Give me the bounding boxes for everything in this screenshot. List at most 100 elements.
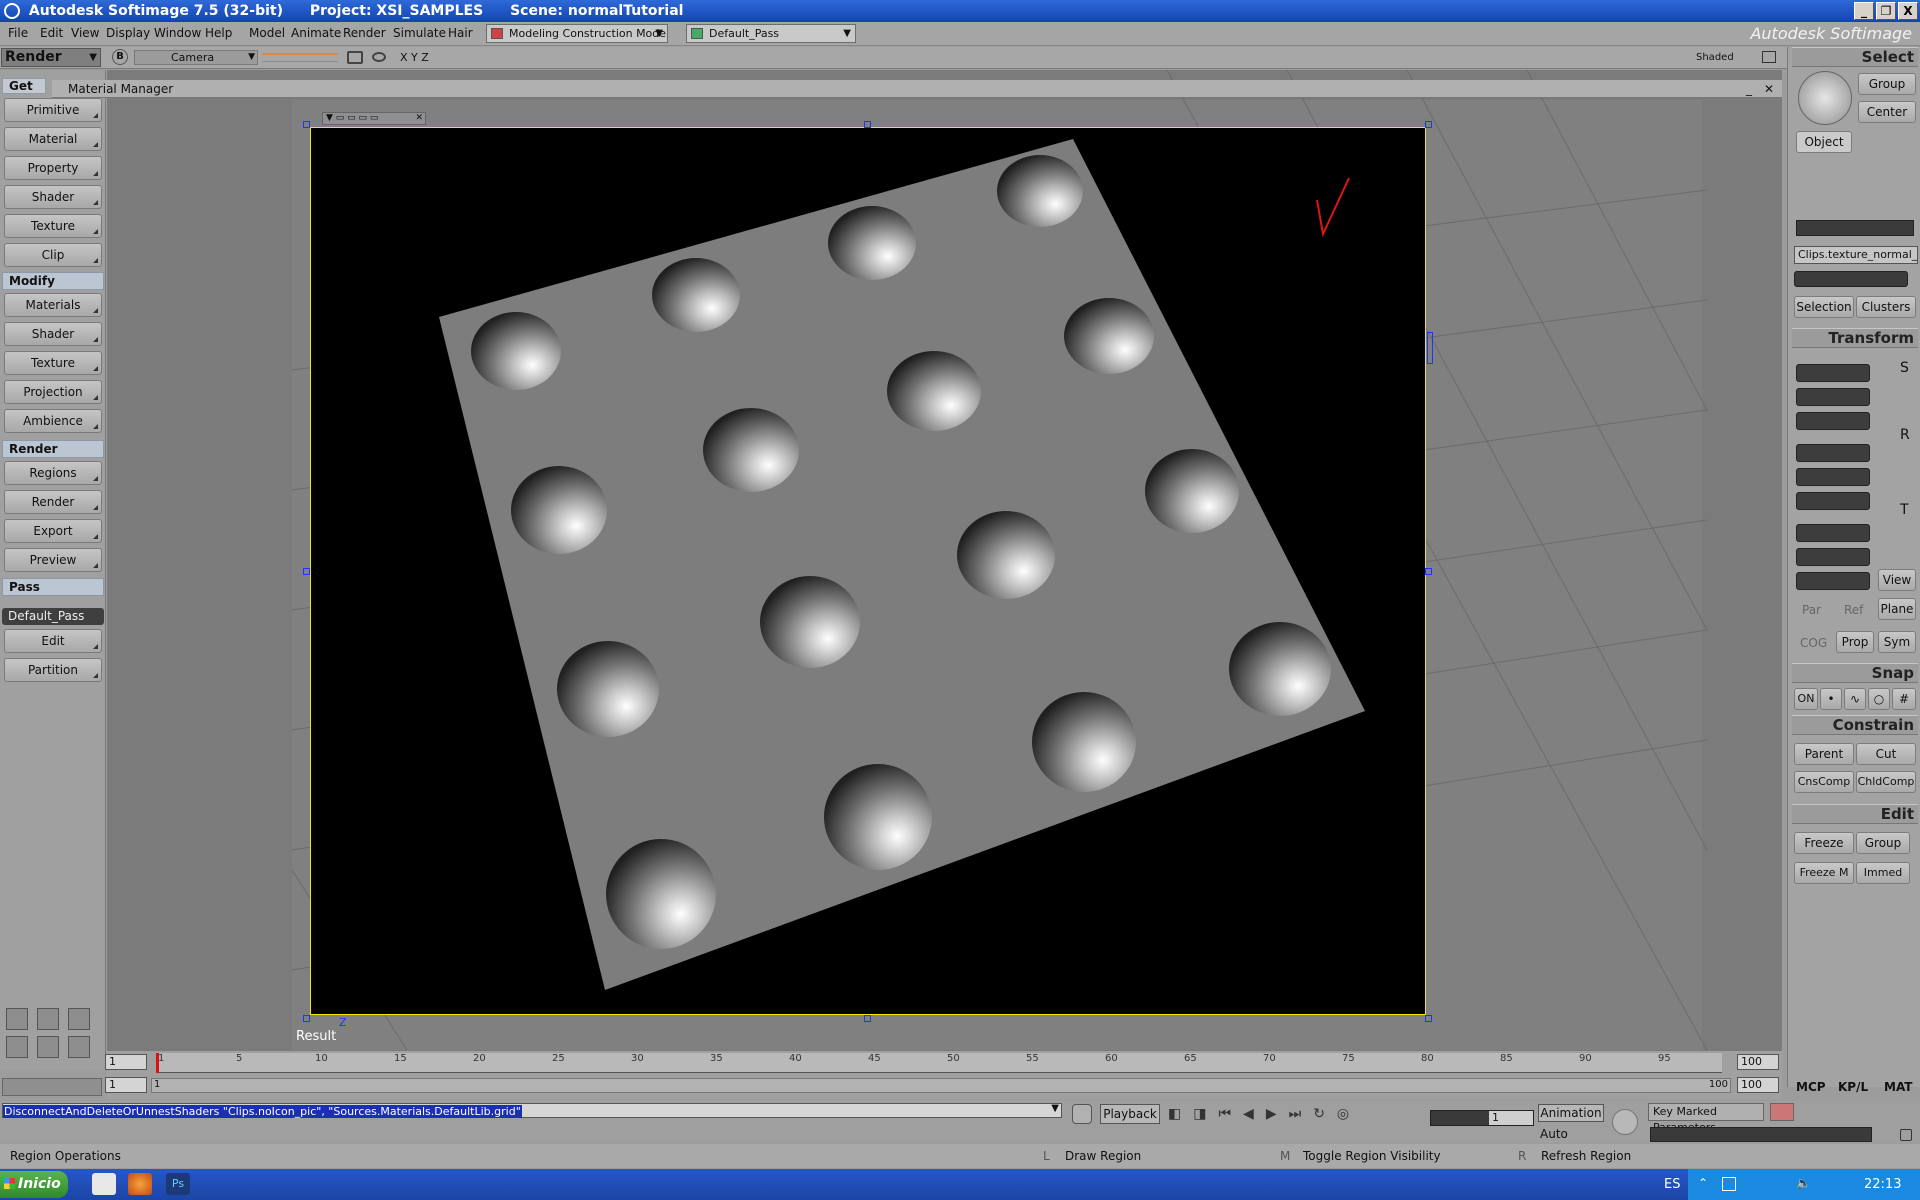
cog-label[interactable]: COG [1800,636,1827,650]
tab-render[interactable]: Render [2,440,104,458]
layout-4-icon[interactable] [68,1008,90,1030]
freeze-m-button[interactable]: Freeze M [1794,862,1854,884]
materials-button[interactable]: Materials [4,293,102,317]
selection-button[interactable]: Selection [1794,296,1854,318]
menu-help[interactable]: Help [205,26,232,40]
timeline-start-field[interactable]: 1 [105,1054,147,1070]
tray-volume-icon[interactable]: 🔈 [1796,1176,1811,1190]
scale-x-field[interactable] [1796,364,1870,382]
plane-button[interactable]: Plane [1878,598,1916,620]
tray-arrow-icon[interactable]: ⌃ [1698,1176,1708,1190]
key-icon[interactable] [1612,1109,1638,1135]
scale-z-field[interactable] [1796,412,1870,430]
minimize-button[interactable]: _ [1854,2,1874,20]
tab-get[interactable]: Get [2,78,46,94]
eye-icon[interactable] [372,52,386,62]
keyframe-field[interactable] [1650,1127,1872,1142]
selection-filter-field[interactable] [1796,220,1914,236]
key-palette-icon[interactable] [1770,1103,1794,1121]
timeline[interactable]: 1 1 5 10 15 20 25 30 35 40 45 50 55 60 6… [105,1051,1782,1099]
bookmark-b-button[interactable]: B [112,49,128,65]
cut-button[interactable]: Cut [1856,743,1916,765]
prop-button[interactable]: Prop [1836,631,1874,653]
axes-label[interactable]: X Y Z [400,51,429,64]
translate-z-field[interactable] [1796,572,1870,590]
rotate-z-field[interactable] [1796,492,1870,510]
softimage-taskbar-icon[interactable] [92,1173,116,1195]
menu-simulate[interactable]: Simulate [393,26,446,40]
region-handle-tm[interactable] [864,121,871,128]
snap-grid-icon[interactable]: # [1892,688,1916,710]
translate-x-field[interactable] [1796,524,1870,542]
layout-2-icon[interactable] [37,1008,59,1030]
menu-model[interactable]: Model [249,26,285,40]
regions-button[interactable]: Regions [4,461,102,485]
minimize-icon[interactable]: _ [1746,80,1752,98]
chevron-down-icon[interactable]: ▼ [1051,1103,1059,1114]
snap-header[interactable]: Snap [1792,663,1918,683]
maximize-viewport-icon[interactable] [1762,51,1776,63]
range-start-field[interactable]: 1 [105,1077,147,1093]
pass-select[interactable]: Default_Pass ▼ [686,24,856,43]
current-frame-field[interactable]: 1 [1430,1110,1534,1126]
ambience-button[interactable]: Ambience [4,409,102,433]
language-indicator[interactable]: ES [1664,1177,1680,1192]
tab-mat[interactable]: MAT [1884,1080,1912,1094]
region-handle-ml[interactable] [303,568,310,575]
tab-kpl[interactable]: KP/L [1838,1080,1868,1094]
snap-point-icon[interactable]: • [1820,688,1842,710]
group-button[interactable]: Group [1858,73,1916,95]
lock-icon[interactable] [1900,1129,1912,1141]
snap-on-button[interactable]: ON [1794,688,1818,710]
layout-1-icon[interactable] [6,1008,28,1030]
region-handle-tl[interactable] [303,121,310,128]
playback-button[interactable]: Playback [1100,1104,1160,1124]
region-side-slider[interactable] [1427,332,1433,364]
rotate-r-label[interactable]: R [1900,427,1910,443]
menu-animate[interactable]: Animate [291,26,341,40]
timeline-tools-icon[interactable] [2,1078,102,1096]
tab-modify[interactable]: Modify [2,272,104,290]
select-header[interactable]: Select [1792,47,1918,67]
render-region-toolbar[interactable]: ▼ ▭ ▭ ▭ ▭ ✕ [322,112,426,125]
camera-icon[interactable] [347,51,363,64]
module-select[interactable]: Render ▼ [1,48,101,67]
parent-button[interactable]: Parent [1794,743,1854,765]
layout-7-icon[interactable] [68,1036,90,1058]
layout-icons[interactable] [262,53,338,62]
rotate-y-field[interactable] [1796,468,1870,486]
layout-5-icon[interactable] [6,1036,28,1058]
view-button[interactable]: View [1878,569,1916,591]
select-arrow-icon[interactable] [1798,71,1852,125]
key-marked-parameters-button[interactable]: Key Marked Parameters [1648,1103,1764,1134]
close-icon[interactable]: ✕ [1764,80,1774,98]
primitive-button[interactable]: Primitive [4,98,102,122]
firefox-taskbar-icon[interactable] [128,1173,152,1195]
auto-key-label[interactable]: Auto [1540,1127,1568,1141]
shading-mode-label[interactable]: Shaded [1696,52,1734,63]
ref-label[interactable]: Ref [1844,603,1863,617]
tray-network-icon[interactable] [1722,1177,1736,1191]
immed-button[interactable]: Immed [1856,862,1910,884]
photoshop-taskbar-icon[interactable]: Ps [166,1173,190,1195]
edit-header[interactable]: Edit [1792,804,1918,824]
projection-button[interactable]: Projection [4,380,102,404]
region-handle-tr[interactable] [1425,121,1432,128]
scale-y-field[interactable] [1796,388,1870,406]
layout-6-icon[interactable] [37,1036,59,1058]
par-label[interactable]: Par [1802,603,1821,617]
render-button[interactable]: Render [4,490,102,514]
translate-y-field[interactable] [1796,548,1870,566]
sym-button[interactable]: Sym [1878,631,1916,653]
close-window-button[interactable]: X [1898,2,1918,20]
maximize-button[interactable]: ❐ [1876,2,1896,20]
translate-t-label[interactable]: T [1900,502,1909,518]
menu-display[interactable]: Display [106,26,150,40]
camera-select[interactable]: Camera ▼ [134,50,258,65]
selection-dark-field[interactable] [1794,271,1908,287]
region-handle-bl[interactable] [303,1015,310,1022]
scale-s-label[interactable]: S [1900,360,1909,376]
snap-surface-icon[interactable]: ○ [1868,688,1890,710]
menu-window[interactable]: Window [154,26,201,40]
object-button[interactable]: Object [1796,131,1852,153]
